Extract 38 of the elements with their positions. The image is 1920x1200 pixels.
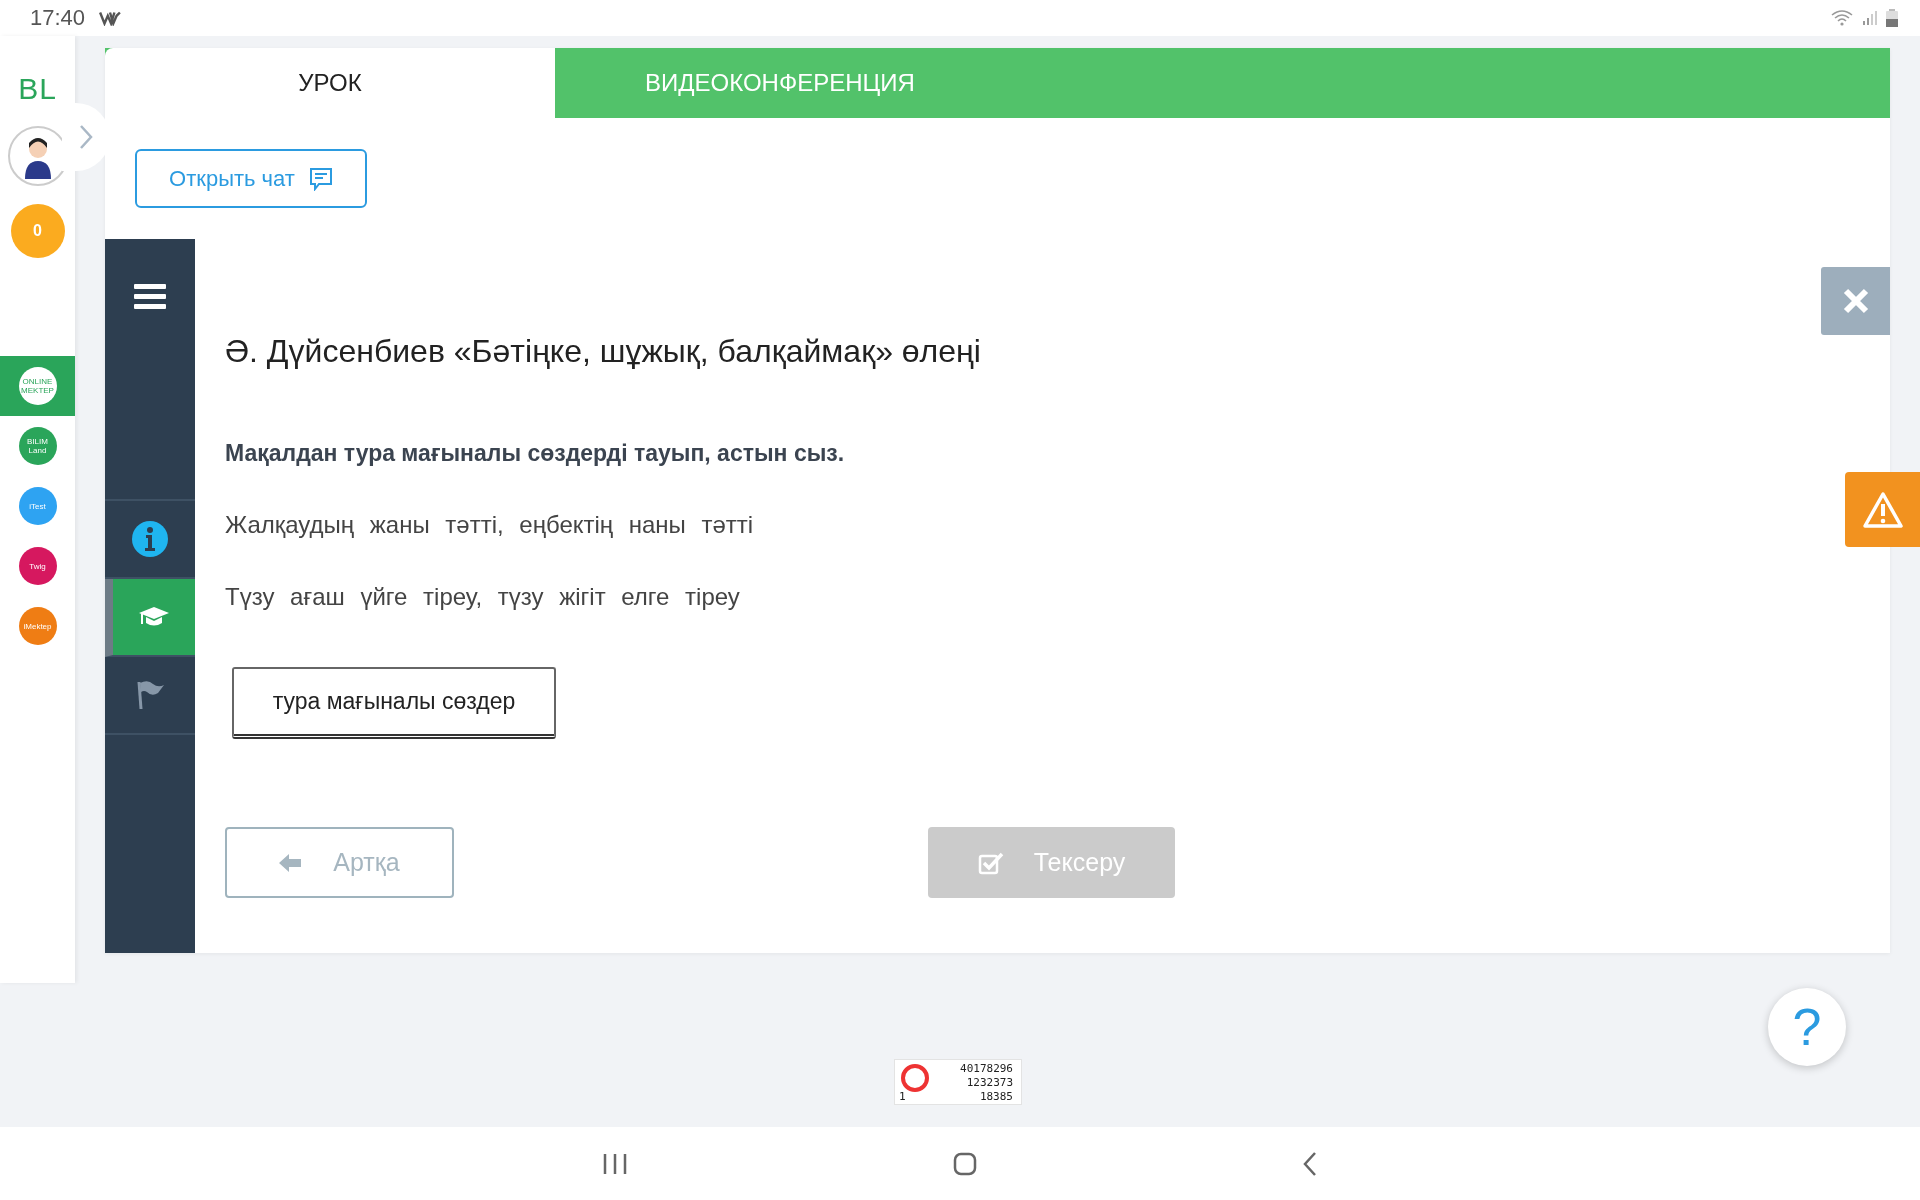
menu-icon[interactable] [134, 283, 166, 311]
battery-icon [1886, 9, 1898, 27]
lesson-tool[interactable] [105, 579, 195, 657]
proverb-sentence: Жалқаудың жаны тәтті, еңбектің наны тәтті [225, 511, 755, 539]
help-button[interactable]: ? [1768, 988, 1846, 1066]
brand-logo[interactable]: BL [18, 72, 57, 106]
counter-value: 18385 [979, 1090, 1013, 1104]
chevron-right-icon [78, 123, 94, 151]
wifi-icon [1830, 9, 1854, 27]
arrow-left-icon [279, 852, 304, 873]
info-icon [131, 520, 169, 558]
answer-box[interactable]: тура мағыналы сөздер [232, 667, 556, 739]
app-item[interactable]: ONLINE MEKTEP [0, 356, 75, 416]
close-icon [1841, 287, 1870, 315]
tab[interactable]: УРОК [105, 48, 555, 118]
app-item[interactable]: BILIM Land [0, 416, 75, 476]
counter-value: 40178296 [960, 1062, 1013, 1076]
open-chat-button[interactable]: Открыть чат [135, 149, 367, 208]
counter-value: 1 [899, 1090, 906, 1104]
proverb-sentence: Түзу ағаш үйге тіреу, түзу жігіт елге тіреу [225, 583, 741, 611]
app-item[interactable]: Twig [0, 536, 75, 596]
score-badge: 0 [10, 204, 65, 258]
signal-icon [1862, 10, 1878, 26]
task-instruction: Мақалдан тура мағыналы сөздерді тауып, астын сыз. [225, 440, 846, 467]
counter-value: 1232373 [966, 1076, 1013, 1090]
tab[interactable]: ВИДЕОКОНФЕРЕНЦИЯ [555, 48, 995, 118]
warning-icon [1861, 490, 1904, 529]
lesson-title: Ә. Дүйсенбиев «Бәтіңке, шұжық, балқаймақ» өлеңі [225, 333, 982, 370]
recents-icon[interactable] [602, 1152, 629, 1175]
app-item[interactable]: iMektep [0, 596, 75, 656]
home-icon[interactable] [953, 1151, 977, 1176]
app-item[interactable]: iTest [0, 476, 75, 536]
app-logo-icon [99, 10, 122, 26]
checkbox-icon [977, 850, 1004, 875]
status-time: 17:40 [30, 5, 86, 31]
ring-icon [899, 1062, 931, 1094]
back-icon[interactable] [1301, 1150, 1318, 1177]
chat-icon [308, 166, 333, 191]
